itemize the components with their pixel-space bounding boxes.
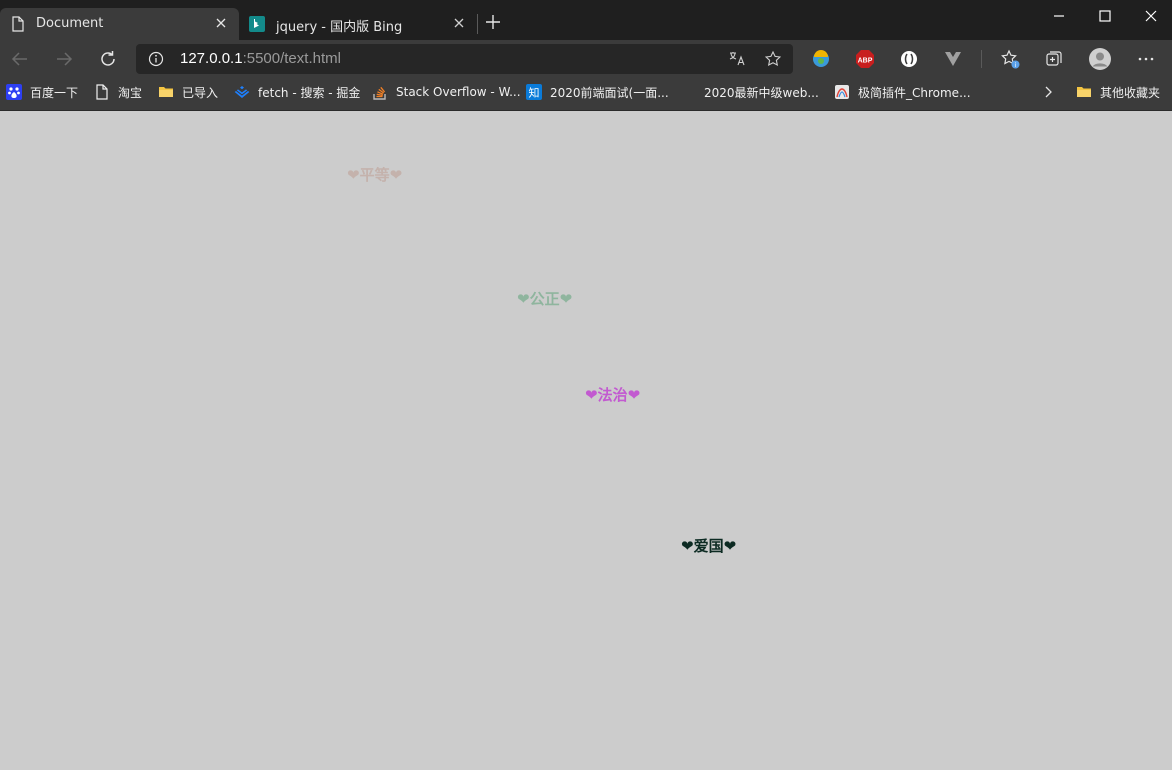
favorites-icon[interactable]: i: [1000, 49, 1020, 69]
tab-document[interactable]: Document: [0, 8, 239, 40]
close-tab-icon[interactable]: [451, 15, 467, 31]
document-icon: [12, 16, 24, 32]
bookmark-folder-imported[interactable]: 已导入: [158, 78, 218, 106]
baidu-icon: [6, 84, 22, 100]
collections-icon[interactable]: [1044, 49, 1064, 69]
bookmark-juejin[interactable]: fetch - 搜索 - 掘金: [234, 78, 360, 106]
back-icon[interactable]: [10, 49, 30, 69]
juejin-icon: [234, 86, 250, 98]
bookmark-label: 2020前端面试(一面...: [550, 85, 669, 100]
bing-icon: [249, 16, 265, 32]
bookmark-stackoverflow[interactable]: Stack Overflow - W...: [372, 78, 521, 106]
site-info-icon[interactable]: [148, 51, 164, 67]
bookmark-web-interview[interactable]: 2020最新中级web...: [704, 78, 819, 106]
bookmarks-bar: 百度一下 淘宝 已导入 fetch - 搜索 - 掘金 Stack Overfl…: [0, 78, 1172, 111]
bookmark-other-favorites[interactable]: 其他收藏夹: [1076, 78, 1160, 106]
bookmark-label: 2020最新中级web...: [704, 85, 819, 100]
folder-icon: [159, 87, 173, 97]
close-tab-icon[interactable]: [213, 15, 229, 31]
address-bar[interactable]: 127.0.0.1:5500/text.html: [136, 44, 793, 74]
extension-site-icon: [835, 85, 849, 99]
floating-word: ❤爱国❤: [681, 537, 737, 555]
close-window-icon[interactable]: [1141, 6, 1161, 26]
bookmark-label: 极简插件_Chrome...: [858, 85, 971, 100]
bookmark-label: 其他收藏夹: [1100, 85, 1161, 100]
stackoverflow-icon: [373, 86, 386, 100]
svg-text:知: 知: [529, 86, 540, 100]
extension-circle-icon[interactable]: [899, 49, 919, 69]
url-text[interactable]: 127.0.0.1:5500/text.html: [180, 50, 341, 67]
toolbar-separator: [981, 50, 982, 68]
vue-devtools-icon[interactable]: [943, 49, 963, 69]
new-tab-icon[interactable]: [483, 12, 503, 32]
extension-colorful-icon[interactable]: [811, 49, 831, 69]
maximize-icon[interactable]: [1095, 6, 1115, 26]
bookmark-zhihu[interactable]: 知 2020前端面试(一面...: [526, 78, 669, 106]
bookmark-label: Stack Overflow - W...: [396, 85, 521, 99]
page-icon: [96, 84, 108, 100]
bookmark-label: 淘宝: [118, 85, 143, 100]
translate-icon[interactable]: [728, 50, 746, 68]
folder-icon: [1077, 87, 1091, 97]
bookmark-label: 百度一下: [30, 85, 79, 100]
floating-word: ❤平等❤: [347, 166, 403, 184]
tab-title: Document: [36, 16, 104, 31]
floating-word: ❤法治❤: [585, 386, 641, 404]
forward-icon[interactable]: [54, 49, 74, 69]
bookmark-taobao[interactable]: 淘宝: [94, 78, 142, 106]
svg-text:ABP: ABP: [858, 58, 873, 65]
zhihu-icon: 知: [526, 84, 542, 100]
adblock-plus-icon[interactable]: ABP: [855, 49, 875, 69]
bookmark-extension-site[interactable]: 极简插件_Chrome...: [834, 78, 971, 106]
navigation-toolbar: 127.0.0.1:5500/text.html ABP i: [0, 40, 1172, 78]
more-menu-icon[interactable]: [1136, 49, 1156, 69]
bookmark-baidu[interactable]: 百度一下: [6, 78, 78, 106]
profile-avatar-icon[interactable]: [1088, 47, 1112, 71]
page-content: ❤平等❤ ❤公正❤ ❤法治❤ ❤爱国❤: [0, 111, 1172, 770]
url-host: 127.0.0.1: [180, 50, 243, 67]
favorite-star-icon[interactable]: [764, 50, 782, 68]
refresh-icon[interactable]: [98, 49, 118, 69]
tab-title: jquery - 国内版 Bing: [276, 20, 403, 35]
bookmark-label: fetch - 搜索 - 掘金: [258, 85, 361, 100]
tab-bing[interactable]: jquery - 国内版 Bing: [240, 8, 477, 40]
floating-word: ❤公正❤: [517, 290, 573, 308]
chevron-right-icon[interactable]: [1040, 84, 1056, 100]
tab-divider: [477, 14, 478, 34]
bookmark-label: 已导入: [182, 85, 219, 100]
title-bar: Document jquery - 国内版 Bing: [0, 0, 1172, 40]
url-path: :5500/text.html: [242, 50, 341, 67]
minimize-icon[interactable]: [1049, 6, 1069, 26]
